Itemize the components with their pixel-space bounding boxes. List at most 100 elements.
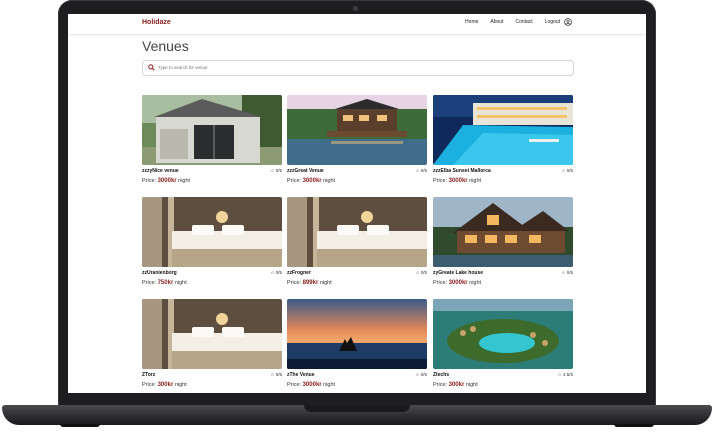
price-unit: night [323,382,336,388]
venue-card[interactable]: Ztechs ☆ 4.5/5 Price: 300kr night [433,299,573,393]
venue-image[interactable] [287,95,427,165]
nav-contact[interactable]: Contact [515,19,532,25]
nav-home[interactable]: Home [465,19,478,25]
price-amount: 300kr [157,382,174,388]
venue-image[interactable] [287,197,427,267]
venue-image[interactable] [142,299,282,369]
rating-value: 0/5 [566,168,573,173]
page-title: Venues [142,38,189,54]
star-icon: ☆ [561,270,566,275]
venue-name[interactable]: zyGreate Lake house [433,270,483,276]
venue-name[interactable]: zzFrogner [287,270,311,276]
nav-logout[interactable]: Logout [545,19,560,25]
nav-about[interactable]: About [490,19,503,25]
star-icon: ☆ [270,270,275,275]
venue-rating: ☆ 0/5 [561,270,573,276]
venue-name[interactable]: zThe Venue [287,372,315,378]
price-amount: 3000kr [302,382,322,388]
price-unit: night [174,382,187,388]
venue-rating: ☆ 0/5 [415,270,427,276]
price-amount: 3000kr [302,178,322,184]
price-label: Price: [142,178,157,184]
search-icon [148,64,155,71]
price-unit: night [323,178,336,184]
rating-value: 0/5 [420,168,427,173]
star-icon: ☆ [270,168,275,173]
price-unit: night [174,280,187,286]
rating-value: 0/5 [420,372,427,377]
venue-card[interactable]: zyGreate Lake house ☆ 0/5 Price: 3000kr … [433,197,573,293]
price-amount: 3000kr [448,280,468,286]
venue-image[interactable] [433,299,573,369]
price-amount: 899kr [302,280,319,286]
venue-price: Price: 3000kr night [433,178,481,184]
venue-image[interactable] [287,299,427,369]
rating-value: 0/5 [275,372,282,377]
price-label: Price: [287,178,302,184]
price-label: Price: [142,280,157,286]
venue-card[interactable]: ZTorz ☆ 0/5 Price: 300kr night [142,299,282,393]
venue-image[interactable] [433,95,573,165]
price-unit: night [178,178,191,184]
price-unit: night [465,382,478,388]
star-icon: ☆ [557,372,562,377]
venue-price: Price: 899kr night [287,280,332,286]
search-input[interactable] [158,62,558,73]
venue-card[interactable]: zThe Venue ☆ 0/5 Price: 3000kr night [287,299,427,393]
venue-price: Price: 3000kr night [142,178,190,184]
star-icon: ☆ [415,168,420,173]
venue-card[interactable]: zzUranienborg ☆ 0/5 Price: 750kr night [142,197,282,293]
venue-rating: ☆ 0/5 [270,270,282,276]
rating-value: 0/5 [566,270,573,275]
venue-image[interactable] [142,197,282,267]
venue-card[interactable]: zzzElba Sunset Mallorca ☆ 0/5 Price: 300… [433,95,573,191]
venue-rating: ☆ 0/5 [270,168,282,174]
laptop-foot-right [614,424,654,427]
browser-viewport: Holidaze Home About Contact Logout Venue… [68,14,646,393]
venue-card[interactable]: zzzGreat Venue ☆ 0/5 Price: 3000kr night [287,95,427,191]
price-amount: 3000kr [157,178,177,184]
price-unit: night [469,178,482,184]
venue-card[interactable]: zzzyNice venue ☆ 0/5 Price: 3000kr night [142,95,282,191]
venue-price: Price: 300kr night [142,382,187,388]
star-icon: ☆ [270,372,275,377]
price-unit: night [469,280,482,286]
venue-card[interactable]: zzFrogner ☆ 0/5 Price: 899kr night [287,197,427,293]
price-amount: 300kr [448,382,465,388]
venue-name[interactable]: zzzElba Sunset Mallorca [433,168,491,174]
rating-value: 0/5 [275,270,282,275]
price-label: Price: [433,178,448,184]
price-unit: night [319,280,332,286]
rating-value: 0/5 [420,270,427,275]
rating-value: 0/5 [275,168,282,173]
price-label: Price: [142,382,157,388]
rating-value: 4.5/5 [562,372,573,377]
venue-name[interactable]: zzUranienborg [142,270,177,276]
camera-icon [353,6,358,11]
laptop-foot-left [60,424,100,427]
price-label: Price: [287,382,302,388]
venue-name[interactable]: zzzyNice venue [142,168,179,174]
venue-rating: ☆ 4.5/5 [558,372,573,378]
nav-menu: Home About Contact Logout [465,19,560,25]
venue-name[interactable]: ZTorz [142,372,155,378]
price-label: Price: [433,280,448,286]
venue-image[interactable] [142,95,282,165]
star-icon: ☆ [561,168,566,173]
price-amount: 3000kr [448,178,468,184]
venue-image[interactable] [433,197,573,267]
brand-logo[interactable]: Holidaze [142,19,171,26]
top-navbar: Holidaze Home About Contact Logout [68,14,646,34]
venue-rating: ☆ 0/5 [561,168,573,174]
venue-name[interactable]: Ztechs [433,372,449,378]
star-icon: ☆ [415,270,420,275]
price-label: Price: [287,280,302,286]
venue-price: Price: 3000kr night [287,178,335,184]
laptop-notch [304,405,410,412]
venue-price: Price: 3000kr night [287,382,335,388]
price-amount: 750kr [157,280,174,286]
search-bar[interactable] [142,60,574,76]
user-profile-icon[interactable] [564,18,572,26]
venue-name[interactable]: zzzGreat Venue [287,168,324,174]
laptop-frame: Holidaze Home About Contact Logout Venue… [0,0,714,435]
